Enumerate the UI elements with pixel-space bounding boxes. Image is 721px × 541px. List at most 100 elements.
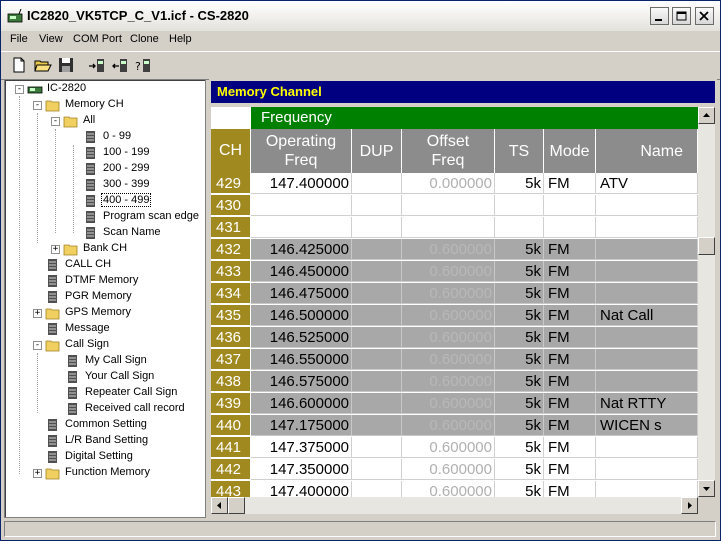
- cell-ts[interactable]: [495, 217, 544, 238]
- cell-dup[interactable]: [352, 349, 402, 370]
- open-folder-icon[interactable]: [34, 56, 52, 74]
- cell-offset-freq[interactable]: 0.600000: [402, 437, 495, 458]
- menu-view[interactable]: View: [39, 33, 63, 45]
- column-header-dup[interactable]: DUP: [352, 129, 402, 173]
- column-header-ts[interactable]: TS: [495, 129, 544, 173]
- cell-offset-freq[interactable]: 0.600000: [402, 349, 495, 370]
- cell-dup[interactable]: [352, 481, 402, 497]
- table-row[interactable]: 435 146.500000 0.600000 5k FM Nat Call: [211, 305, 698, 327]
- cell-ch[interactable]: 433: [211, 261, 251, 282]
- table-row[interactable]: 439 146.600000 0.600000 5k FM Nat RTTY: [211, 393, 698, 415]
- cell-offset-freq[interactable]: 0.600000: [402, 261, 495, 282]
- cell-mode[interactable]: FM: [544, 437, 596, 458]
- cell-ts[interactable]: 5k: [495, 349, 544, 370]
- cell-name[interactable]: [596, 195, 698, 216]
- cell-mode[interactable]: FM: [544, 481, 596, 497]
- cell-offset-freq[interactable]: 0.600000: [402, 371, 495, 392]
- cell-offset-freq[interactable]: 0.600000: [402, 459, 495, 480]
- cell-offset-freq[interactable]: [402, 217, 495, 238]
- cell-operating-freq[interactable]: 147.400000: [251, 173, 352, 194]
- table-row[interactable]: 442 147.350000 0.600000 5k FM: [211, 459, 698, 481]
- cell-dup[interactable]: [352, 371, 402, 392]
- vertical-scroll-thumb[interactable]: [698, 237, 715, 255]
- cell-name[interactable]: Nat RTTY: [596, 393, 698, 414]
- cell-name[interactable]: [596, 481, 698, 497]
- cell-ch[interactable]: 441: [211, 437, 251, 458]
- table-row[interactable]: 436 146.525000 0.600000 5k FM: [211, 327, 698, 349]
- cell-dup[interactable]: [352, 415, 402, 436]
- save-disk-icon[interactable]: [57, 56, 75, 74]
- cell-ch[interactable]: 438: [211, 371, 251, 392]
- cell-dup[interactable]: [352, 283, 402, 304]
- cell-ts[interactable]: 5k: [495, 371, 544, 392]
- cell-ch[interactable]: 437: [211, 349, 251, 370]
- cell-dup[interactable]: [352, 327, 402, 348]
- cell-ch[interactable]: 435: [211, 305, 251, 326]
- cell-mode[interactable]: FM: [544, 305, 596, 326]
- cell-offset-freq[interactable]: 0.600000: [402, 283, 495, 304]
- cell-operating-freq[interactable]: 146.500000: [251, 305, 352, 326]
- navigation-tree[interactable]: IC-2820 - Memory CH - All - 0 - 99 100 -…: [4, 79, 206, 518]
- cell-dup[interactable]: [352, 459, 402, 480]
- cell-name[interactable]: ATV: [596, 173, 698, 194]
- write-to-radio-icon[interactable]: [88, 56, 106, 74]
- cell-dup[interactable]: [352, 217, 402, 238]
- column-header-operating-freq[interactable]: Operating Freq: [251, 129, 352, 173]
- cell-operating-freq[interactable]: [251, 217, 352, 238]
- maximize-button[interactable]: [672, 7, 691, 25]
- cell-name[interactable]: [596, 437, 698, 458]
- cell-mode[interactable]: FM: [544, 283, 596, 304]
- menu-help[interactable]: Help: [169, 33, 192, 45]
- table-row[interactable]: 432 146.425000 0.600000 5k FM: [211, 239, 698, 261]
- table-row[interactable]: 437 146.550000 0.600000 5k FM: [211, 349, 698, 371]
- cell-ch[interactable]: 431: [211, 217, 251, 238]
- cell-operating-freq[interactable]: 146.475000: [251, 283, 352, 304]
- cell-ch[interactable]: 436: [211, 327, 251, 348]
- cell-name[interactable]: [596, 239, 698, 260]
- title-bar[interactable]: IC2820_VK5TCP_C_V1.icf - CS-2820: [1, 1, 720, 32]
- cell-operating-freq[interactable]: 147.350000: [251, 459, 352, 480]
- table-row[interactable]: 434 146.475000 0.600000 5k FM: [211, 283, 698, 305]
- close-button[interactable]: [695, 7, 714, 25]
- cell-offset-freq[interactable]: 0.600000: [402, 305, 495, 326]
- horizontal-scrollbar[interactable]: [211, 497, 698, 514]
- scroll-up-button[interactable]: [698, 107, 715, 124]
- cell-ts[interactable]: 5k: [495, 459, 544, 480]
- collapse-toggle[interactable]: -: [15, 85, 24, 94]
- cell-name[interactable]: [596, 261, 698, 282]
- cell-ts[interactable]: 5k: [495, 283, 544, 304]
- cell-offset-freq[interactable]: 0.600000: [402, 415, 495, 436]
- cell-dup[interactable]: [352, 437, 402, 458]
- cell-offset-freq[interactable]: 0.600000: [402, 327, 495, 348]
- cell-name[interactable]: WICEN s: [596, 415, 698, 436]
- cell-mode[interactable]: FM: [544, 261, 596, 282]
- cell-name[interactable]: [596, 327, 698, 348]
- cell-name[interactable]: [596, 283, 698, 304]
- cell-mode[interactable]: FM: [544, 173, 596, 194]
- minimize-button[interactable]: [650, 7, 669, 25]
- cell-operating-freq[interactable]: 146.600000: [251, 393, 352, 414]
- new-file-icon[interactable]: [10, 56, 28, 74]
- cell-ts[interactable]: 5k: [495, 393, 544, 414]
- menu-file[interactable]: File: [10, 33, 28, 45]
- cell-offset-freq[interactable]: [402, 195, 495, 216]
- cell-offset-freq[interactable]: 0.000000: [402, 173, 495, 194]
- cell-name[interactable]: [596, 217, 698, 238]
- cell-operating-freq[interactable]: 146.575000: [251, 371, 352, 392]
- table-row[interactable]: 430: [211, 195, 698, 217]
- cell-ts[interactable]: 5k: [495, 261, 544, 282]
- column-header-offset-freq[interactable]: Offset Freq: [402, 129, 495, 173]
- cell-ts[interactable]: 5k: [495, 481, 544, 497]
- cell-operating-freq[interactable]: [251, 195, 352, 216]
- cell-ch[interactable]: 434: [211, 283, 251, 304]
- cell-mode[interactable]: FM: [544, 371, 596, 392]
- memory-channel-grid[interactable]: Frequency CH Operating Freq DUP Offset Fre…: [211, 107, 698, 497]
- cell-mode[interactable]: FM: [544, 239, 596, 260]
- cell-mode[interactable]: FM: [544, 415, 596, 436]
- table-row[interactable]: 431: [211, 217, 698, 239]
- table-row[interactable]: 433 146.450000 0.600000 5k FM: [211, 261, 698, 283]
- scroll-left-button[interactable]: [211, 497, 228, 514]
- cell-ts[interactable]: 5k: [495, 437, 544, 458]
- cell-ch[interactable]: 432: [211, 239, 251, 260]
- cell-ts[interactable]: 5k: [495, 305, 544, 326]
